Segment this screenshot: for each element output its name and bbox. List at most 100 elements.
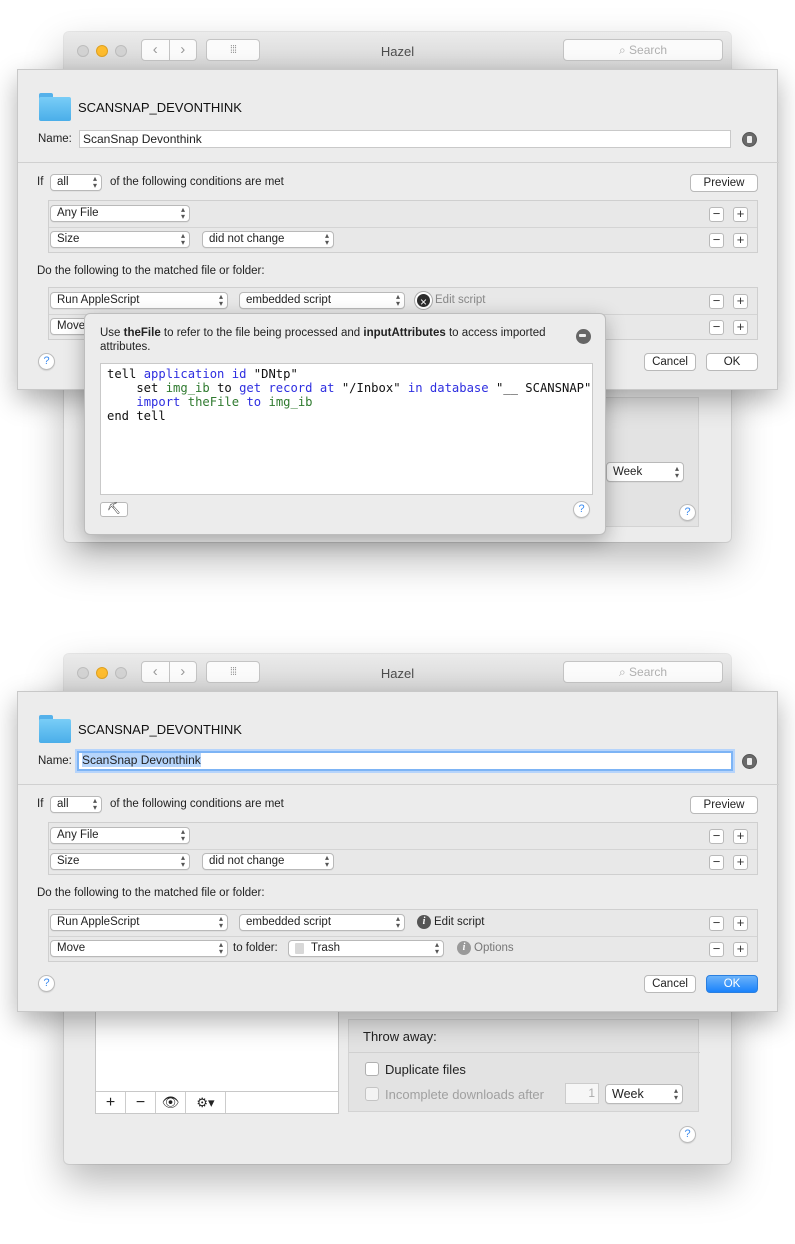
- search-icon: ⌕: [618, 665, 630, 679]
- remove-condition-button[interactable]: −: [709, 829, 724, 844]
- actions-box: Run AppleScript ▴ ▾ embedded script ▴ ▾ i Ed…: [48, 909, 758, 962]
- add-condition-button[interactable]: +: [733, 829, 748, 844]
- remove-condition-button[interactable]: −: [709, 855, 724, 870]
- rule-sheet-bottom: SCANSNAP_DEVONTHINK Name: ScanSnap Devon…: [17, 691, 779, 1012]
- add-rule-button[interactable]: +: [96, 1092, 126, 1113]
- ok-button[interactable]: OK: [706, 975, 758, 993]
- script-target-select[interactable]: embedded script ▴ ▾: [239, 914, 405, 931]
- incomplete-downloads-label: Incomplete downloads after: [385, 1087, 544, 1102]
- help-icon[interactable]: ?: [38, 353, 55, 370]
- incomplete-days-field[interactable]: 1: [565, 1083, 599, 1104]
- condition-attribute-select[interactable]: Size ▴ ▾: [50, 853, 190, 870]
- name-label: Name:: [38, 755, 72, 767]
- search-placeholder: Search: [629, 665, 668, 679]
- match-mode-select[interactable]: all ▴ ▾: [50, 796, 102, 813]
- condition-attribute-select[interactable]: Size ▴ ▾: [50, 231, 190, 248]
- title-bar: ‹ › ⁞⁞⁞ Hazel ⌕ Search: [64, 654, 731, 692]
- folder-icon: [39, 715, 71, 743]
- script-target-value: embedded script: [246, 916, 332, 928]
- action-select[interactable]: Move ▴ ▾: [50, 940, 228, 957]
- options-link[interactable]: Options: [474, 942, 514, 954]
- script-editor[interactable]: tell application id "DNtp" set img_ib to…: [100, 363, 593, 495]
- info-icon[interactable]: i: [457, 941, 471, 955]
- add-action-button[interactable]: +: [733, 320, 748, 335]
- condition-operator-value: did not change: [209, 233, 285, 245]
- row-divider: [49, 849, 757, 850]
- action-value: Run AppleScript: [57, 916, 140, 928]
- cancel-button[interactable]: Cancel: [644, 975, 696, 993]
- conditions-suffix: of the following conditions are met: [110, 798, 284, 810]
- info-icon[interactable]: i: [417, 915, 431, 929]
- script-target-select[interactable]: embedded script ▴ ▾: [239, 292, 405, 309]
- condition-attribute-select[interactable]: Any File ▴ ▾: [50, 827, 190, 844]
- action-select[interactable]: Run AppleScript ▴ ▾: [50, 914, 228, 931]
- search-icon: ⌕: [618, 43, 630, 57]
- name-label: Name:: [38, 133, 72, 145]
- add-action-button[interactable]: +: [733, 916, 748, 931]
- divider: [18, 162, 779, 163]
- remove-action-button[interactable]: −: [709, 942, 724, 957]
- remove-rule-button[interactable]: −: [126, 1092, 156, 1113]
- period-value: Week: [613, 466, 643, 478]
- divider: [18, 784, 779, 785]
- condition-operator-select[interactable]: did not change ▴ ▾: [202, 853, 334, 870]
- edit-script-link[interactable]: Edit script: [435, 294, 486, 306]
- rule-name-field[interactable]: ScanSnap Devonthink: [77, 751, 733, 771]
- action-value: Run AppleScript: [57, 294, 140, 306]
- hammer-icon[interactable]: ⛏: [100, 502, 128, 517]
- help-icon[interactable]: ?: [38, 975, 55, 992]
- remove-action-button[interactable]: −: [709, 294, 724, 309]
- condition-attribute-select[interactable]: Any File ▴ ▾: [50, 205, 190, 222]
- action-value: Move: [57, 320, 86, 332]
- actions-heading: Do the following to the matched file or …: [37, 265, 265, 277]
- document-icon[interactable]: [742, 132, 757, 147]
- help-icon[interactable]: ?: [679, 1126, 696, 1143]
- rule-name-value: ScanSnap Devonthink: [83, 132, 202, 146]
- search-field[interactable]: ⌕ Search: [563, 661, 723, 683]
- add-condition-button[interactable]: +: [733, 233, 748, 248]
- match-mode-select[interactable]: all ▴ ▾: [50, 174, 102, 191]
- remove-condition-button[interactable]: −: [709, 233, 724, 248]
- add-condition-button[interactable]: +: [733, 855, 748, 870]
- duplicate-files-label: Duplicate files: [385, 1062, 466, 1077]
- divider: [349, 1052, 700, 1053]
- help-icon[interactable]: ?: [679, 504, 696, 521]
- period-select-bg[interactable]: Week ▴ ▾: [606, 462, 684, 482]
- edit-script-link[interactable]: Edit script: [434, 916, 485, 928]
- script-target-value: embedded script: [246, 294, 332, 306]
- rules-toolbar: + − 👁 ⚙▾: [95, 1091, 339, 1114]
- add-action-button[interactable]: +: [733, 294, 748, 309]
- gear-icon[interactable]: ⚙▾: [186, 1092, 226, 1113]
- duplicate-files-checkbox[interactable]: [365, 1062, 379, 1076]
- detach-icon[interactable]: [576, 329, 591, 344]
- script-line: tell application id "DNtp": [107, 367, 298, 381]
- condition-operator-select[interactable]: did not change ▴ ▾: [202, 231, 334, 248]
- close-icon[interactable]: ×: [415, 292, 432, 309]
- preview-button[interactable]: Preview: [690, 796, 758, 814]
- eye-icon[interactable]: 👁: [156, 1092, 186, 1113]
- help-icon[interactable]: ?: [573, 501, 590, 518]
- to-folder-label: to folder:: [233, 942, 278, 954]
- search-field[interactable]: ⌕ Search: [563, 39, 723, 61]
- add-condition-button[interactable]: +: [733, 207, 748, 222]
- remove-action-button[interactable]: −: [709, 916, 724, 931]
- rule-name-field[interactable]: ScanSnap Devonthink: [79, 130, 731, 148]
- condition-attribute-value: Any File: [57, 829, 99, 841]
- preview-button[interactable]: Preview: [690, 174, 758, 192]
- conditions-suffix: of the following conditions are met: [110, 176, 284, 188]
- incomplete-downloads-checkbox[interactable]: [365, 1087, 379, 1101]
- period-select[interactable]: Week ▴ ▾: [605, 1084, 683, 1104]
- remove-condition-button[interactable]: −: [709, 207, 724, 222]
- incomplete-days-value: 1: [588, 1086, 595, 1100]
- add-action-button[interactable]: +: [733, 942, 748, 957]
- destination-folder-select[interactable]: Trash ▴ ▾: [288, 940, 444, 957]
- ok-button[interactable]: OK: [706, 353, 758, 371]
- action-select[interactable]: Run AppleScript ▴ ▾: [50, 292, 228, 309]
- cancel-button[interactable]: Cancel: [644, 353, 696, 371]
- popover-hint: Use theFile to refer to the file being p…: [100, 326, 570, 354]
- hint-text: Use: [100, 327, 124, 339]
- remove-action-button[interactable]: −: [709, 320, 724, 335]
- match-mode-value: all: [57, 798, 69, 810]
- document-icon[interactable]: [742, 754, 757, 769]
- conditions-box: Any File ▴ ▾ − + Size ▴ ▾ did not change ▴ ▾ −…: [48, 200, 758, 253]
